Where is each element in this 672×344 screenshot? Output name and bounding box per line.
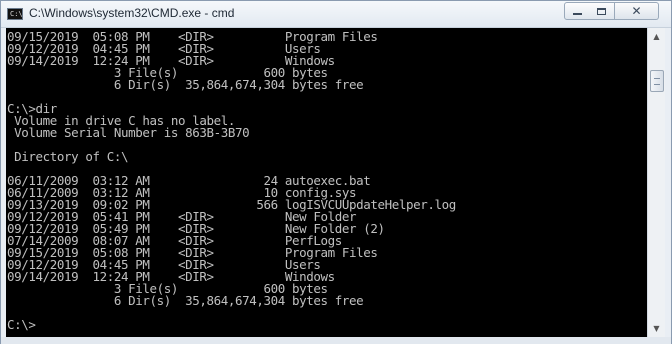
cmd-app-icon-glyph: C:\ xyxy=(10,10,23,18)
console-text: 09/15/2019 05:08 PM <DIR> Program Files … xyxy=(6,28,647,331)
close-button[interactable]: ✕ xyxy=(615,2,659,20)
cmd-window: C:\ C:\Windows\system32\CMD.exe - cmd ✕ … xyxy=(0,0,672,344)
window-title: C:\Windows\system32\CMD.exe - cmd xyxy=(29,6,235,20)
console-line: C:\> xyxy=(7,317,36,332)
title-bar[interactable]: C:\ C:\Windows\system32\CMD.exe - cmd ✕ xyxy=(1,1,671,28)
console-line: 6 Dir(s) 35,864,674,304 bytes free xyxy=(7,77,364,92)
console-line: 6 Dir(s) 35,864,674,304 bytes free xyxy=(7,293,364,308)
console-line: Directory of C:\ xyxy=(7,149,129,164)
thumb-grip-icon xyxy=(654,78,660,85)
scroll-down-button[interactable]: ▼ xyxy=(648,320,665,337)
window-bottom-border xyxy=(1,337,671,344)
scroll-up-arrow-icon: ▲ xyxy=(653,32,660,41)
console-line: Volume Serial Number is 863B-3B70 xyxy=(7,125,250,140)
scroll-down-arrow-icon: ▼ xyxy=(653,324,660,333)
maximize-icon xyxy=(597,7,606,15)
close-icon: ✕ xyxy=(631,4,642,18)
cmd-app-icon[interactable]: C:\ xyxy=(7,8,23,20)
scrollbar-thumb[interactable] xyxy=(650,70,664,92)
minimize-button[interactable] xyxy=(564,2,590,20)
maximize-button[interactable] xyxy=(589,2,615,20)
console-output[interactable]: 09/15/2019 05:08 PM <DIR> Program Files … xyxy=(6,28,647,337)
scroll-up-button[interactable]: ▲ xyxy=(648,28,665,45)
minimize-icon xyxy=(572,13,582,15)
vertical-scrollbar[interactable]: ▲ ▼ xyxy=(647,28,665,337)
